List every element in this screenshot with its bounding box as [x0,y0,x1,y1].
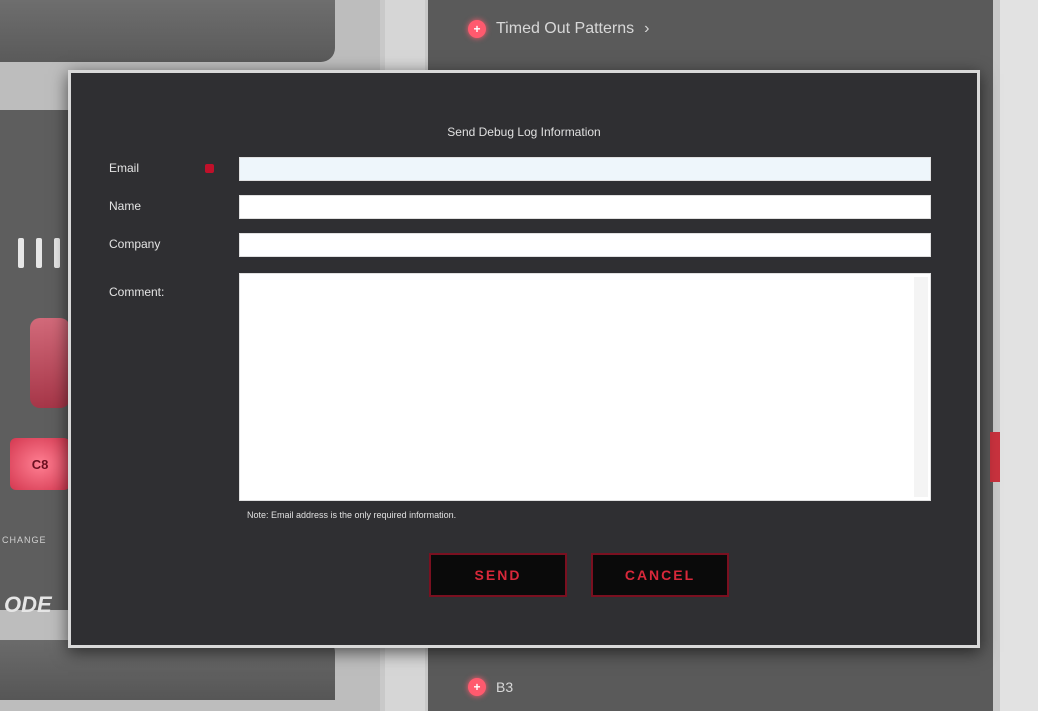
background-header-label: Timed Out Patterns [496,20,635,37]
company-label: Company [109,237,161,251]
background-change-text: CHANGE [2,535,47,545]
plus-icon: + [468,678,486,696]
chevron-right-icon: › [644,20,650,37]
required-indicator-icon [205,164,214,173]
required-note: Note: Email address is the only required… [247,510,457,520]
email-field[interactable] [239,157,931,181]
comment-scrollbar[interactable] [914,277,928,497]
plus-icon: + [468,20,486,38]
email-label: Email [109,161,140,175]
background-arrow-button[interactable] [30,318,70,408]
background-c8-label: C8 [31,456,49,472]
name-label: Name [109,199,142,213]
debug-log-dialog: Send Debug Log Information Email Name Co… [68,70,980,648]
background-top-panel [0,0,335,62]
background-footer-item[interactable]: + B3 [468,678,513,696]
cancel-button[interactable]: CANCEL [591,553,729,597]
comment-field[interactable] [239,273,931,501]
send-button[interactable]: SEND [429,553,567,597]
background-slider-tick [18,238,24,268]
background-pattern-header[interactable]: + Timed Out Patterns › [468,20,649,38]
background-scrollbar[interactable] [1000,0,1038,711]
background-c8-button[interactable]: C8 [10,438,70,490]
background-slider-tick [54,238,60,268]
dialog-title: Send Debug Log Information [447,125,601,139]
background-footer-label: B3 [496,679,514,695]
background-bottom-panel [0,640,335,700]
company-field[interactable] [239,233,931,257]
comment-label: Comment: [109,285,165,299]
name-field[interactable] [239,195,931,219]
background-mode-text: ODE [4,592,52,617]
background-slider-tick [36,238,42,268]
